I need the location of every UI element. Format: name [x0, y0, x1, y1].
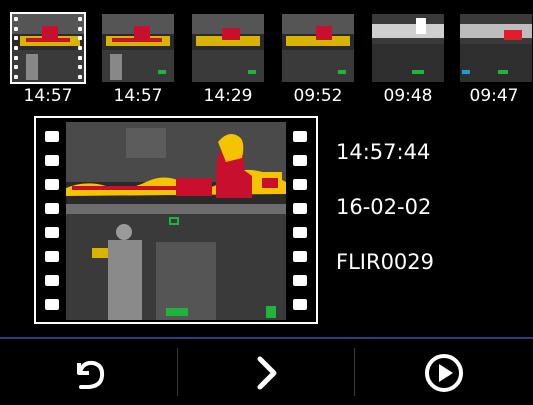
thumbnail-5[interactable]: [372, 14, 444, 82]
thumbnail-6[interactable]: [460, 14, 532, 82]
next-button[interactable]: [178, 340, 356, 405]
image-date: 16-02-02: [336, 195, 432, 219]
thumbnail-5-time: 09:48: [383, 86, 433, 106]
thermal-image-icon: [282, 14, 354, 82]
chevron-right-icon: [257, 356, 276, 389]
image-archive-screen: 14:57 14:57 14:29 09:52 09:48 09:47 14:5…: [0, 0, 533, 405]
thermal-image-icon: [12, 14, 84, 82]
image-time: 14:57:44: [336, 140, 431, 164]
thumbnail-2-time: 14:57: [113, 86, 163, 106]
film-perforation: [40, 118, 64, 322]
image-filename: FLIR0029: [336, 250, 435, 274]
thumbnail-strip[interactable]: 14:57 14:57 14:29 09:52 09:48 09:47: [0, 8, 533, 112]
thumbnail-2[interactable]: [102, 14, 174, 82]
image-info: 14:57:44 16-02-02 FLIR0029: [336, 140, 434, 305]
thumbnail-3-time: 14:29: [203, 86, 253, 106]
play-circle-icon: [425, 353, 464, 392]
thumbnail-3[interactable]: [192, 14, 264, 82]
thumbnail-4-time: 09:52: [293, 86, 343, 106]
thumbnail-1[interactable]: [10, 12, 86, 84]
thermal-image-icon: [192, 14, 264, 82]
thermal-preview-icon: [66, 122, 286, 320]
thermal-image-icon: [460, 14, 532, 82]
film-perforation: [288, 118, 312, 322]
undo-arrow-icon: [76, 360, 104, 389]
play-button[interactable]: [355, 340, 533, 405]
toolbar: [0, 340, 533, 405]
thumbnail-1-time: 14:57: [23, 86, 73, 106]
thumbnail-6-time: 09:47: [469, 86, 519, 106]
thermal-image-icon: [372, 14, 444, 82]
thumbnail-4[interactable]: [282, 14, 354, 82]
toolbar-separator: [0, 337, 533, 339]
thermal-image-icon: [102, 14, 174, 82]
back-button[interactable]: [0, 340, 178, 405]
preview-frame[interactable]: [34, 116, 318, 324]
preview-image[interactable]: [66, 122, 286, 320]
